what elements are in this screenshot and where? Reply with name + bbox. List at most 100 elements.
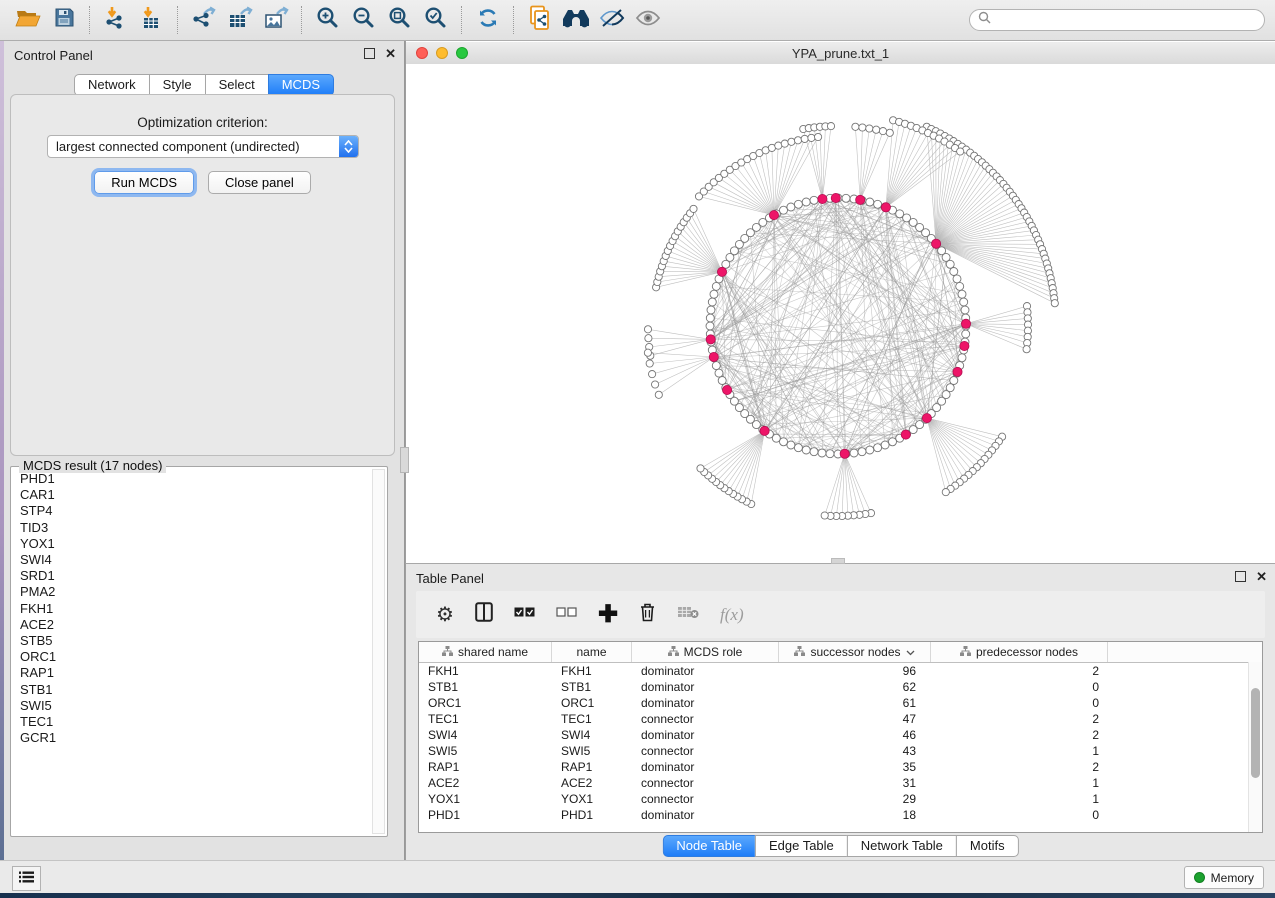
table-cell: YOX1: [419, 792, 552, 806]
table-row[interactable]: SWI5SWI5connector431: [419, 743, 1262, 759]
open-file-button[interactable]: [10, 5, 46, 35]
mcds-result-scrollbar[interactable]: [372, 469, 385, 834]
mcds-result-item[interactable]: GCR1: [20, 730, 369, 746]
table-row[interactable]: PHD1PHD1dominator180: [419, 807, 1262, 823]
tab-node-table[interactable]: Node Table: [662, 835, 756, 857]
desktop-wallpaper-bottom-strip: [0, 893, 1275, 898]
sitemap-icon: [668, 645, 679, 659]
mcds-result-item[interactable]: SRD1: [20, 568, 369, 584]
add-column-button[interactable]: ✚: [598, 601, 618, 629]
mcds-result-item[interactable]: STP4: [20, 503, 369, 519]
close-panel-icon[interactable]: ✕: [1256, 572, 1267, 581]
search-network-button[interactable]: [558, 5, 594, 35]
tab-edge-table[interactable]: Edge Table: [755, 835, 848, 857]
table-row[interactable]: RAP1RAP1dominator352: [419, 759, 1262, 775]
search-input[interactable]: [996, 12, 1256, 28]
select-all-button[interactable]: [514, 601, 535, 629]
table-scrollbar-thumb[interactable]: [1251, 688, 1260, 778]
export-table-button[interactable]: [222, 5, 258, 35]
mcds-result-item[interactable]: TID3: [20, 520, 369, 536]
function-builder-button[interactable]: f(x): [720, 601, 744, 629]
deselect-all-button[interactable]: [556, 601, 577, 629]
close-panel-icon[interactable]: ✕: [385, 49, 396, 58]
mcds-result-item[interactable]: TEC1: [20, 714, 369, 730]
show-columns-button[interactable]: [475, 601, 493, 629]
table-cell: connector: [632, 792, 779, 806]
share-document-icon: [528, 5, 552, 36]
table-row[interactable]: FKH1FKH1dominator962: [419, 663, 1262, 679]
search-field[interactable]: [969, 9, 1265, 31]
share-document-button[interactable]: [522, 5, 558, 35]
eye-icon: [635, 8, 661, 33]
export-network-button[interactable]: [186, 5, 222, 35]
mcds-result-item[interactable]: CAR1: [20, 487, 369, 503]
network-window-titlebar[interactable]: YPA_prune.txt_1: [406, 42, 1275, 65]
tab-network-table[interactable]: Network Table: [847, 835, 957, 857]
delete-table-icon: [677, 605, 699, 624]
control-panel: Control Panel ✕ NetworkStyleSelectMCDS O…: [4, 41, 405, 860]
column-header-successor-nodes[interactable]: successor nodes: [779, 642, 931, 662]
mcds-result-item[interactable]: SWI5: [20, 698, 369, 714]
column-header-name[interactable]: name: [552, 642, 632, 662]
mcds-result-item[interactable]: ORC1: [20, 649, 369, 665]
memory-button[interactable]: Memory: [1184, 866, 1264, 889]
mcds-result-item[interactable]: YOX1: [20, 536, 369, 552]
save-session-button[interactable]: [46, 5, 82, 35]
import-network-button[interactable]: [98, 5, 134, 35]
delete-table-button[interactable]: [677, 601, 699, 629]
gear-icon: ⚙: [436, 605, 454, 625]
export-image-button[interactable]: [258, 5, 294, 35]
tab-select[interactable]: Select: [205, 74, 269, 96]
table-cell: 43: [779, 744, 931, 758]
mcds-result-item[interactable]: SWI4: [20, 552, 369, 568]
mcds-result-item[interactable]: PHD1: [20, 471, 369, 487]
toolbar-separator: [513, 6, 515, 34]
run-mcds-button[interactable]: Run MCDS: [94, 171, 194, 194]
mcds-tab-panel: Optimization criterion: largest connecte…: [10, 94, 395, 456]
tab-style[interactable]: Style: [149, 74, 206, 96]
float-panel-icon[interactable]: [364, 48, 375, 59]
mcds-result-item[interactable]: ACE2: [20, 617, 369, 633]
tab-motifs[interactable]: Motifs: [956, 835, 1019, 857]
tab-network[interactable]: Network: [74, 74, 150, 96]
hide-graphics-details-button[interactable]: [594, 5, 630, 35]
export-table-icon: [227, 6, 253, 35]
table-row[interactable]: YOX1YOX1connector291: [419, 791, 1262, 807]
column-header-MCDS-role[interactable]: MCDS role: [632, 642, 779, 662]
float-panel-icon[interactable]: [1235, 571, 1246, 582]
optimization-criterion-select[interactable]: largest connected component (undirected): [47, 135, 359, 158]
column-header-shared-name[interactable]: shared name: [419, 642, 552, 662]
delete-column-button[interactable]: [639, 601, 656, 629]
table-row[interactable]: ACE2ACE2connector311: [419, 775, 1262, 791]
zoom-out-button[interactable]: [346, 5, 382, 35]
network-canvas[interactable]: [406, 64, 1275, 563]
table-row[interactable]: TEC1TEC1connector472: [419, 711, 1262, 727]
column-header-predecessor-nodes[interactable]: predecessor nodes: [931, 642, 1108, 662]
show-panels-button[interactable]: [12, 866, 41, 891]
table-cell: 35: [779, 760, 931, 774]
chevron-down-icon[interactable]: [906, 645, 915, 659]
mcds-result-item[interactable]: FKH1: [20, 601, 369, 617]
horizontal-splitter-handle[interactable]: [831, 558, 845, 564]
mcds-result-item[interactable]: PMA2: [20, 584, 369, 600]
table-scrollbar[interactable]: [1248, 662, 1262, 832]
table-settings-button[interactable]: ⚙: [436, 601, 454, 629]
mcds-result-list[interactable]: PHD1CAR1STP4TID3YOX1SWI4SRD1PMA2FKH1ACE2…: [13, 471, 369, 834]
mcds-result-item[interactable]: STB1: [20, 682, 369, 698]
close-panel-button[interactable]: Close panel: [208, 171, 311, 194]
tab-mcds[interactable]: MCDS: [268, 74, 334, 96]
mcds-result-item[interactable]: RAP1: [20, 665, 369, 681]
table-row[interactable]: ORC1ORC1dominator610: [419, 695, 1262, 711]
refresh-button[interactable]: [470, 5, 506, 35]
mcds-result-item[interactable]: STB5: [20, 633, 369, 649]
vertical-splitter-handle[interactable]: [400, 447, 409, 473]
network-view-window: YPA_prune.txt_1: [405, 41, 1275, 563]
table-cell: 31: [779, 776, 931, 790]
table-row[interactable]: STB1STB1dominator620: [419, 679, 1262, 695]
table-row[interactable]: SWI4SWI4dominator462: [419, 727, 1262, 743]
import-table-button[interactable]: [134, 5, 170, 35]
zoom-in-button[interactable]: [310, 5, 346, 35]
zoom-selected-button[interactable]: [418, 5, 454, 35]
zoom-fit-button[interactable]: [382, 5, 418, 35]
show-graphics-details-button[interactable]: [630, 5, 666, 35]
